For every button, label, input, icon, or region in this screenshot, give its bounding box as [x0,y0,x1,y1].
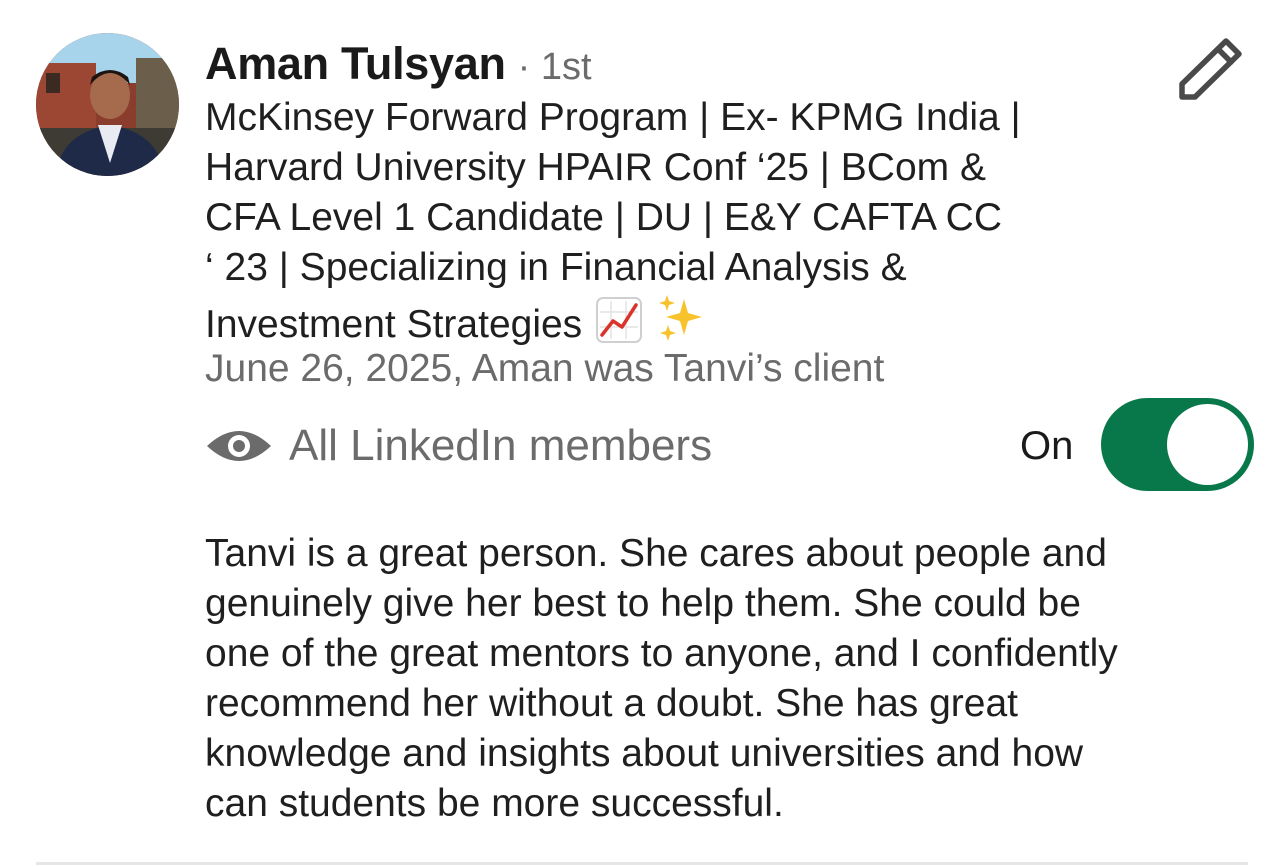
author-name[interactable]: Aman Tulsyan [205,38,506,90]
visibility-setting[interactable]: All LinkedIn members [205,416,712,476]
connection-degree: · 1st [517,46,592,88]
author-headline: McKinsey Forward Program | Ex- KPMG Indi… [205,93,1135,356]
recommendation-text: Tanvi is a great person. She cares about… [205,529,1265,829]
headline-line: McKinsey Forward Program | Ex- KPMG Indi… [205,96,1021,139]
divider [36,862,1248,865]
pencil-icon [1179,38,1242,100]
visibility-label: All LinkedIn members [289,421,713,470]
headline-line: CFA Level 1 Candidate | DU | E&Y CAFTA C… [205,196,1002,239]
headline-line: ‘ 23 | Specializing in Financial Analysi… [205,246,907,289]
toggle-state-label: On [1020,424,1074,468]
author-header: Aman Tulsyan · 1st [205,38,592,94]
edit-button[interactable] [1176,34,1248,102]
recommendation-text-line: one of the great mentors to anyone, and … [205,632,1118,675]
headline-line: Investment Strategies [205,303,583,346]
recommendation-text-line: can students be more successful. [205,782,784,825]
recommendation-text-line: genuinely give her best to help them. Sh… [205,582,1081,625]
recommendation-meta: June 26, 2025, Aman was Tanvi’s client [205,347,885,390]
eye-icon [207,431,271,461]
recommendation-text-line: recommend her without a doubt. She has g… [205,682,1018,725]
recommendation-text-line: knowledge and insights about universitie… [205,732,1084,775]
recommendation-text-line: Tanvi is a great person. She cares about… [205,532,1107,575]
visibility-toggle[interactable] [1101,398,1254,491]
headline-line: Harvard University HPAIR Conf ‘25 | BCom… [205,146,986,189]
toggle-knob [1167,404,1248,485]
avatar[interactable] [36,33,179,176]
